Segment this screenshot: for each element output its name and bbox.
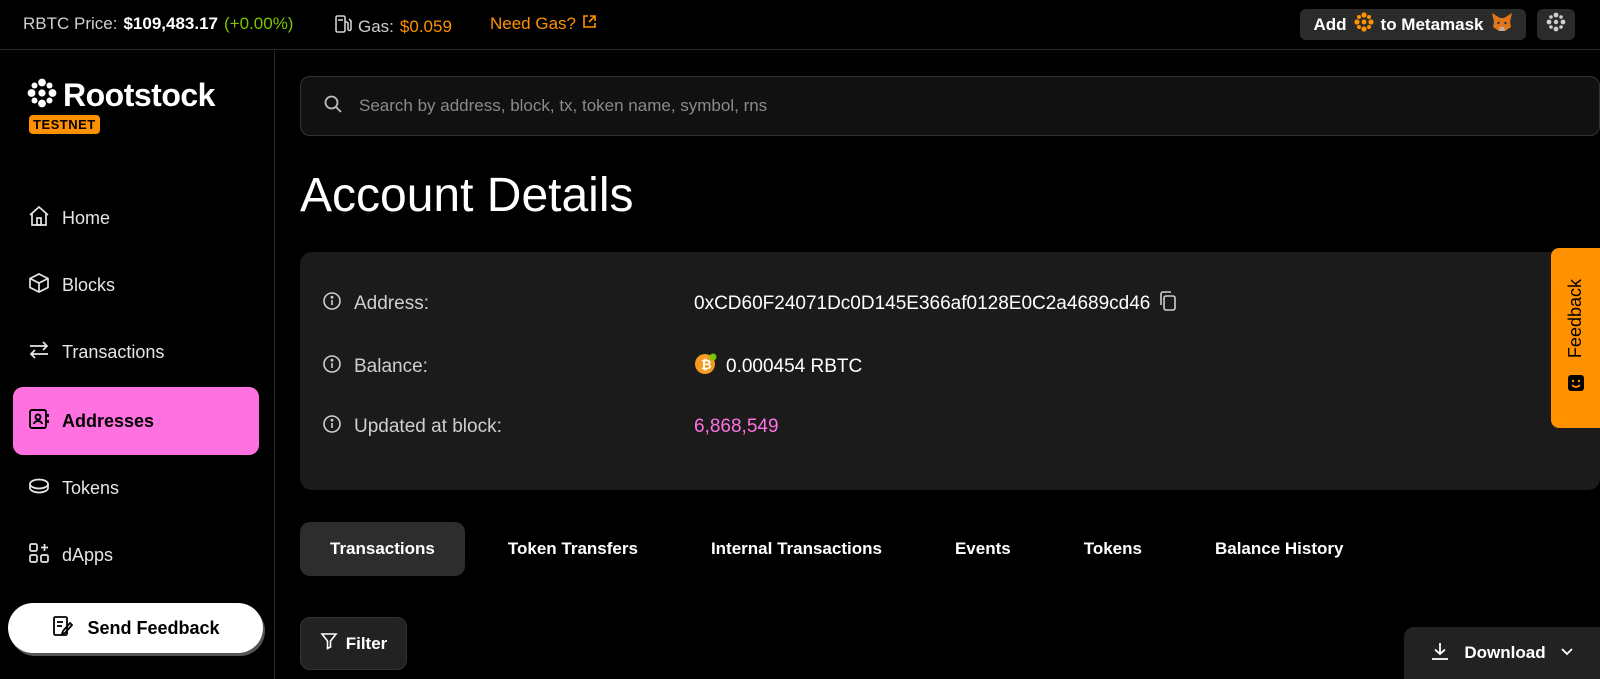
page-title: Account Details — [300, 169, 634, 222]
account-details-card: Address: 0xCD60F24071Dc0D145E366af0128E0… — [300, 252, 1600, 490]
tab-events[interactable]: Events — [925, 522, 1041, 576]
copy-icon[interactable] — [1158, 290, 1178, 318]
filter-icon — [320, 632, 338, 655]
add-to-metamask-button[interactable]: Add to Metamask — [1300, 9, 1526, 40]
send-feedback-button[interactable]: Send Feedback — [8, 603, 263, 653]
rootstock-logo[interactable]: Rootstock — [27, 77, 215, 114]
tab-tokens[interactable]: Tokens — [1054, 522, 1172, 576]
sidebar-item-label: dApps — [62, 544, 114, 565]
send-feedback-label: Send Feedback — [87, 617, 220, 638]
address-row: Address: 0xCD60F24071Dc0D145E366af0128E0… — [322, 290, 1178, 318]
rootstock-logo-icon — [1353, 12, 1374, 37]
tab-token-transfers[interactable]: Token Transfers — [478, 522, 668, 576]
download-label: Download — [1464, 643, 1546, 662]
rbtc-coin-icon: ₿ — [694, 352, 718, 382]
updated-block-row: Updated at block: 6,868,549 — [322, 414, 779, 440]
metamask-fox-icon — [1491, 12, 1513, 37]
address-value: 0xCD60F24071Dc0D145E366af0128E0C2a4689cd… — [694, 293, 1151, 314]
to-metamask-label: to Metamask — [1380, 14, 1484, 34]
balance-label: Balance: — [354, 356, 428, 377]
info-icon[interactable] — [322, 291, 342, 317]
sidebar-item-label: Blocks — [62, 274, 116, 295]
tab-internal-transactions[interactable]: Internal Transactions — [681, 522, 912, 576]
gas-price: Gas: $0.059 — [334, 14, 452, 39]
search-icon — [323, 94, 343, 119]
sidebar-item-dapps[interactable]: dApps — [13, 521, 259, 589]
apps-grid-icon — [28, 542, 50, 569]
logo-text: Rootstock — [63, 77, 215, 113]
sidebar-item-tokens[interactable]: Tokens — [13, 454, 259, 522]
add-label: Add — [1313, 14, 1347, 34]
price-value: $109,483.17 — [123, 14, 219, 33]
sidebar-item-transactions[interactable]: Transactions — [13, 318, 259, 386]
gas-label: Gas: — [358, 16, 394, 36]
rootstock-logo-icon — [27, 78, 57, 113]
arrows-icon — [28, 339, 50, 366]
sidebar-item-blocks[interactable]: Blocks — [13, 251, 259, 319]
sidebar-item-label: Transactions — [62, 341, 165, 362]
chevron-down-icon — [1560, 643, 1574, 663]
info-icon[interactable] — [322, 354, 342, 380]
need-gas-label: Need Gas? — [490, 14, 576, 33]
gas-value: $0.059 — [399, 16, 452, 36]
sidebar-item-home[interactable]: Home — [13, 184, 259, 252]
smiley-icon — [1567, 374, 1585, 397]
external-link-icon — [582, 14, 597, 34]
balance-row: Balance: ₿ 0.000454 RBTC — [322, 352, 862, 382]
sidebar-item-label: Addresses — [62, 410, 155, 431]
download-icon — [1430, 641, 1450, 666]
rootstock-apps-button[interactable] — [1537, 9, 1575, 40]
coin-icon — [28, 475, 50, 502]
need-gas-link[interactable]: Need Gas? — [490, 14, 597, 34]
sidebar: Rootstock TESTNET Home Blocks Transactio… — [0, 51, 275, 679]
feedback-form-icon — [51, 615, 74, 642]
account-tabs: Transactions Token Transfers Internal Tr… — [300, 522, 1386, 576]
network-badge: TESTNET — [29, 115, 100, 134]
tab-balance-history[interactable]: Balance History — [1185, 522, 1374, 576]
sidebar-item-label: Tokens — [62, 477, 120, 498]
filter-label: Filter — [345, 633, 388, 653]
sidebar-item-label: Home — [62, 207, 111, 228]
price-label: RBTC Price: — [23, 14, 118, 33]
search-bar[interactable] — [300, 76, 1600, 136]
rootstock-logo-icon — [1546, 12, 1566, 37]
home-icon — [28, 205, 50, 232]
feedback-side-tab[interactable]: Feedback — [1551, 248, 1600, 428]
address-label: Address: — [354, 293, 429, 314]
contact-book-icon — [28, 408, 50, 435]
rbtc-price: RBTC Price: $109,483.17 (+0.00%) — [23, 14, 293, 34]
price-change: (+0.00%) — [224, 14, 294, 33]
feedback-tab-label: Feedback — [1565, 278, 1585, 359]
balance-value: 0.000454 RBTC — [726, 356, 863, 377]
updated-block-label: Updated at block: — [354, 416, 502, 437]
tab-transactions[interactable]: Transactions — [300, 522, 465, 576]
top-bar: RBTC Price: $109,483.17 (+0.00%) Gas: $0… — [0, 0, 1600, 50]
search-input[interactable] — [359, 96, 1259, 116]
block-number-link[interactable]: 6,868,549 — [694, 416, 779, 438]
gas-pump-icon — [334, 14, 352, 39]
filter-button[interactable]: Filter — [300, 617, 407, 670]
svg-text:₿: ₿ — [701, 358, 712, 373]
download-button[interactable]: Download — [1404, 627, 1600, 679]
cube-icon — [28, 272, 50, 299]
info-icon[interactable] — [322, 414, 342, 440]
sidebar-item-addresses[interactable]: Addresses — [13, 387, 259, 455]
